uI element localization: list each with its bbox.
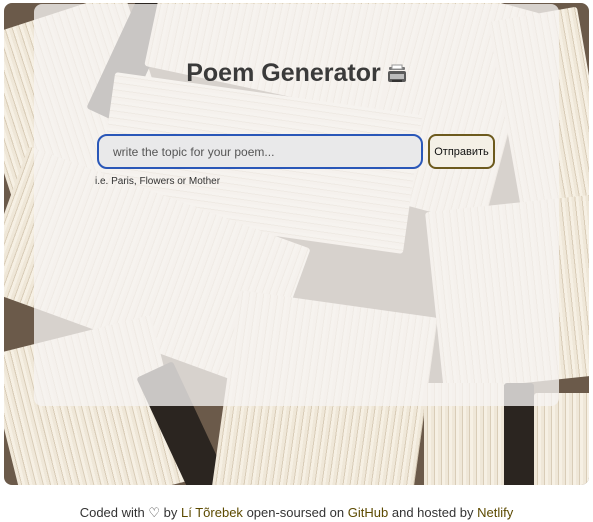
topic-input[interactable] bbox=[97, 134, 423, 169]
heart-icon: ♡ bbox=[148, 505, 161, 520]
netlify-link[interactable]: Netlify bbox=[477, 505, 513, 520]
footer: Coded with ♡ by Lí Tõrebek open-soursed … bbox=[0, 505, 593, 521]
github-link[interactable]: GitHub bbox=[348, 505, 388, 520]
footer-open-sourced: open-soursed on bbox=[246, 505, 345, 520]
author-link[interactable]: Lí Tõrebek bbox=[181, 505, 243, 520]
submit-button[interactable]: Отправить bbox=[428, 134, 495, 169]
footer-hosted-by: and hosted by bbox=[391, 505, 474, 520]
book-image bbox=[534, 393, 589, 485]
footer-coded-with: Coded with bbox=[79, 505, 145, 520]
page-title: Poem Generator bbox=[34, 59, 559, 91]
input-hint: i.e. Paris, Flowers or Mother bbox=[95, 176, 221, 187]
footer-by: by bbox=[163, 505, 178, 520]
typewriter-icon bbox=[387, 62, 407, 91]
page-title-text: Poem Generator bbox=[186, 59, 381, 87]
poem-generator-card: Poem Generator bbox=[34, 4, 559, 406]
